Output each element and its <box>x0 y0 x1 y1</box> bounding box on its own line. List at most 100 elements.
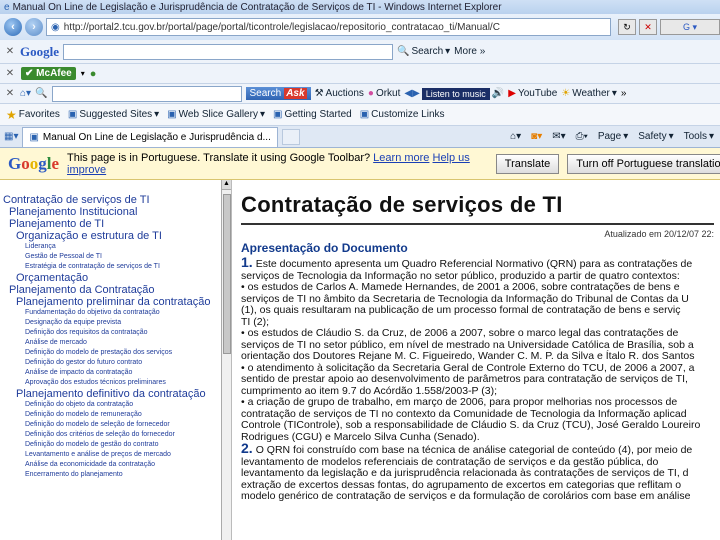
star-icon: ★ <box>6 107 17 122</box>
google-search-btn[interactable]: 🔍 Search ▾ <box>397 46 450 57</box>
tree-item[interactable]: Planejamento de TI <box>0 218 221 230</box>
scroll-thumb[interactable] <box>223 194 231 354</box>
tree-item[interactable]: Gestão de Pessoal de TI <box>0 252 221 262</box>
tree-item[interactable]: Contratação de serviços de TI <box>0 194 221 206</box>
paragraph-line: 2. O QRN foi construído com base na técni… <box>241 441 720 457</box>
tree-item[interactable]: Planejamento Institucional <box>0 206 221 218</box>
sun-icon: ☀ <box>561 88 571 99</box>
tools-menu[interactable]: Tools ▾ <box>684 131 714 142</box>
forward-button[interactable]: › <box>25 18 43 36</box>
page-icon: ◉ <box>51 21 60 33</box>
mail-icon[interactable]: ✉▾ <box>552 131 565 142</box>
window-title: Manual On Line de Legislação e Jurisprud… <box>12 1 502 13</box>
favorites-bar: ★ Favorites ▣ Suggested Sites ▾ ▣ Web Slice… <box>0 104 720 126</box>
updated-date: Atualizado em 20/12/07 22: <box>604 229 714 239</box>
learn-more-link[interactable]: Learn more <box>373 152 429 164</box>
address-bar-row: ‹ › ◉ http://portal2.tcu.gov.br/portal/p… <box>0 14 720 40</box>
speaker-icon: 🔊 <box>491 88 505 99</box>
tree-item[interactable]: Planejamento definitivo da contratação <box>0 388 221 400</box>
paragraph-text: Este documento apresenta um Quadro Refer… <box>255 258 693 270</box>
page-title: Contratação de serviços de TI <box>241 192 714 225</box>
address-input[interactable]: ◉ http://portal2.tcu.gov.br/portal/page/… <box>46 18 611 36</box>
favorites-button[interactable]: ★ Favorites <box>6 108 60 122</box>
sidebar-scrollbar[interactable]: ▲ <box>222 180 232 540</box>
safety-menu[interactable]: Safety ▾ <box>638 131 673 142</box>
ask-toolbar: ✕ ⌂▾ 🔍 Search Ask ⚒ Auctions ● Orkut ◀▶ List… <box>0 84 720 104</box>
more-chevron-icon[interactable]: » <box>621 88 627 99</box>
content-pane: Contratação de serviços de TI Atualizado… <box>233 180 720 540</box>
scroll-up-icon[interactable]: ▲ <box>222 180 231 190</box>
print-icon[interactable]: ⎙▾ <box>576 131 588 142</box>
music-player[interactable]: ◀▶ Listen to music 🔊 <box>404 87 505 100</box>
tab-manual[interactable]: ▣ Manual On Line de Legislação e Jurispr… <box>22 126 278 147</box>
close-icon[interactable]: ✕ <box>4 46 16 57</box>
hammer-icon: ⚒ <box>314 88 324 99</box>
turn-off-translations-button[interactable]: Turn off Portuguese translations <box>567 153 720 174</box>
tree-item[interactable]: Aprovação dos estudos técnicos prelimina… <box>0 378 221 388</box>
fav-getting-started[interactable]: ▣ Getting Started <box>273 109 352 120</box>
ie-page-icon: ▣ <box>359 109 370 120</box>
back-button[interactable]: ‹ <box>4 18 22 36</box>
ie-icon: e <box>4 1 10 13</box>
dropdown-arrow-icon[interactable]: ▾ <box>81 69 85 78</box>
paragraph-line: Controle (TIControle), sob a responsabil… <box>241 419 701 431</box>
close-icon[interactable]: ✕ <box>4 88 16 99</box>
paragraph-number: 1. <box>241 254 253 270</box>
paragraph-line: 1. Este documento apresenta um Quadro Ref… <box>241 254 720 271</box>
ask-search-button[interactable]: Search Ask <box>245 87 311 100</box>
tree-item[interactable]: Organização e estrutura de TI <box>0 230 221 242</box>
tree-item[interactable]: Análise da economicidade da contratação <box>0 460 221 470</box>
tree-item[interactable]: Orçamentação <box>0 272 221 284</box>
page-menu[interactable]: Page ▾ <box>598 131 628 142</box>
address-url: http://portal2.tcu.gov.br/portal/page/po… <box>63 21 500 33</box>
youtube-button[interactable]: ▶ YouTube <box>508 88 557 99</box>
tree-item[interactable]: Planejamento da Contratação <box>0 284 221 296</box>
new-tab-button[interactable] <box>281 128 300 145</box>
tree-item[interactable]: Definição do gestor do futuro contrato <box>0 358 221 368</box>
tree-item[interactable]: Definição do modelo de gestão do contrat… <box>0 440 221 450</box>
tree-item[interactable]: Fundamentação do objetivo da contratação <box>0 308 221 318</box>
navigation-tree: Contratação de serviços de TI Planejament… <box>0 180 222 540</box>
tree-item[interactable]: Estratégia de contratação de serviços de… <box>0 262 221 272</box>
fav-suggested-sites[interactable]: ▣ Suggested Sites ▾ <box>68 109 159 120</box>
help-link[interactable]: Help us <box>433 152 470 164</box>
tree-item[interactable]: Análise de mercado <box>0 338 221 348</box>
translate-button[interactable]: Translate <box>495 153 560 174</box>
fav-web-slice-gallery[interactable]: ▣ Web Slice Gallery ▾ <box>167 109 265 120</box>
window-title-bar: e Manual On Line de Legislação e Jurispr… <box>0 0 720 14</box>
translate-bar: Google This page is in Portuguese. Trans… <box>0 148 720 180</box>
ie-page-icon: ▣ <box>272 109 283 120</box>
auctions-button[interactable]: ⚒ Auctions <box>315 88 364 99</box>
tree-item[interactable]: Análise de impacto da contratação <box>0 368 221 378</box>
paragraph-line: • os estudos de Cláudio S. da Cruz, de 2… <box>241 327 679 339</box>
tree-item[interactable]: Definição do modelo de prestação dos ser… <box>0 348 221 358</box>
search-icon: 🔍 <box>397 46 410 57</box>
tree-item[interactable]: Definição dos requisitos da contratação <box>0 328 221 338</box>
google-search-input[interactable] <box>63 43 393 60</box>
ask-search-input[interactable] <box>51 85 242 102</box>
improve-link[interactable]: improve <box>67 164 106 176</box>
tree-item[interactable]: Definição do modelo de seleção de fornec… <box>0 420 221 430</box>
close-icon[interactable]: ✕ <box>4 68 16 79</box>
tree-item[interactable]: Designação da equipe prevista <box>0 318 221 328</box>
fav-customize-links[interactable]: ▣ Customize Links <box>360 109 445 120</box>
tree-item[interactable]: Liderança <box>0 242 221 252</box>
orkut-button[interactable]: ● Orkut <box>368 88 401 99</box>
home-icon[interactable]: ⌂▾ <box>510 131 521 142</box>
feeds-icon[interactable]: ◙▾ <box>531 131 542 142</box>
tree-item[interactable]: Levantamento e análise de preços de merc… <box>0 450 221 460</box>
google-more-button[interactable]: More » <box>454 46 485 57</box>
tree-item[interactable]: Planejamento preliminar da contratação <box>0 296 221 308</box>
mcafee-button[interactable]: ✔ McAfee <box>21 67 76 80</box>
tree-item[interactable]: Definição do modelo de remuneração <box>0 410 221 420</box>
google-search-button[interactable]: G ▾ <box>660 19 720 35</box>
weather-button[interactable]: ☀ Weather ▾ <box>561 88 617 99</box>
paragraph-text: O QRN foi construído com base na técnica… <box>255 444 693 456</box>
tree-item[interactable]: Definição dos critérios de seleção do fo… <box>0 430 221 440</box>
refresh-button[interactable]: ↻ <box>618 19 636 35</box>
quick-tabs-icon[interactable]: ▦▾ <box>4 131 18 142</box>
tree-item[interactable]: Encerramento do planejamento <box>0 470 221 480</box>
tree-item[interactable]: Definição do objeto da contratação <box>0 400 221 410</box>
ask-home-icon[interactable]: ⌂▾ <box>20 88 31 99</box>
stop-button[interactable]: ✕ <box>639 19 657 35</box>
